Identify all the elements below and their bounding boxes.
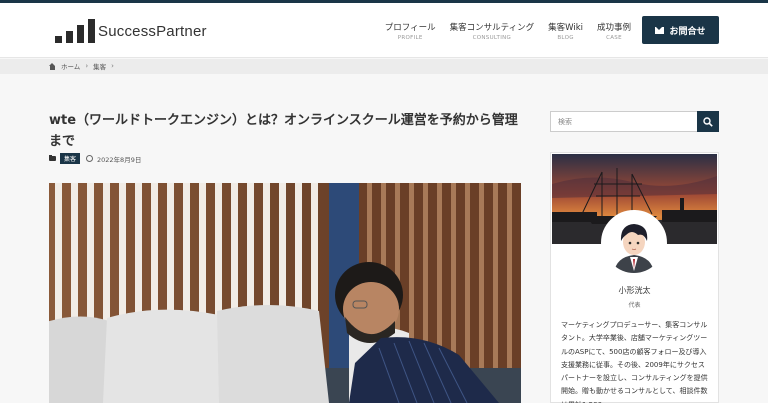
- nav-label: プロフィール: [384, 23, 436, 33]
- mail-icon: [655, 26, 665, 34]
- site-header: SuccessPartner プロフィール PROFILE 集客コンサルティング…: [0, 3, 768, 58]
- breadcrumb-category[interactable]: 集客: [93, 61, 106, 71]
- nav-item-case[interactable]: 成功事例 CASE: [597, 21, 631, 41]
- nav-label: 成功事例: [596, 23, 631, 33]
- home-icon: [49, 62, 56, 70]
- global-nav: プロフィール PROFILE 集客コンサルティング CONSULTING 集客W…: [385, 21, 631, 41]
- category-badge[interactable]: 集客: [60, 153, 81, 164]
- article-hero-image: [49, 183, 521, 403]
- avatar: [601, 210, 667, 276]
- search-icon: [703, 116, 713, 127]
- search-input[interactable]: 検索: [550, 111, 698, 132]
- logo-icon[interactable]: [55, 19, 95, 43]
- article-title: wte（ワールドトークエンジン）とは？オンラインスクール運営を予約から管理まで: [49, 113, 518, 149]
- nav-item-profile[interactable]: プロフィール PROFILE: [385, 21, 436, 41]
- breadcrumb-bar: ホーム › 集客 ›: [0, 59, 768, 74]
- chevron-right-icon: ›: [111, 62, 114, 70]
- contact-button[interactable]: お問合せ: [642, 16, 719, 44]
- nav-sublabel: PROFILE: [397, 35, 423, 41]
- folder-icon: [49, 154, 56, 161]
- nav-label: 集客コンサルティング: [449, 23, 535, 33]
- publish-date: 2022年8月9日: [97, 155, 142, 164]
- profile-name: 小形洸太: [618, 286, 651, 295]
- nav-item-blog[interactable]: 集客Wiki BLOG: [548, 21, 583, 41]
- site-logo-text[interactable]: SuccessPartner: [98, 23, 207, 40]
- nav-sublabel: CONSULTING: [472, 35, 512, 41]
- breadcrumb: ホーム › 集客 ›: [49, 61, 114, 71]
- nav-item-consulting[interactable]: 集客コンサルティング CONSULTING: [450, 21, 535, 41]
- nav-sublabel: BLOG: [557, 35, 574, 41]
- clock-icon: [86, 155, 94, 162]
- chevron-right-icon: ›: [85, 62, 89, 70]
- profile-description: マーケティングプロデューサー、集客コンサルタント。大学卒業後、店舗マーケティング…: [561, 321, 708, 403]
- breadcrumb-home[interactable]: ホーム: [61, 61, 80, 71]
- profile-card: 小形洸太 代表 マーケティングプロデューサー、集客コンサルタント。大学卒業後、店…: [550, 152, 719, 403]
- search-button[interactable]: [697, 111, 719, 132]
- profile-role: 代表: [628, 302, 641, 309]
- contact-button-label: お問合せ: [669, 26, 706, 37]
- nav-label: 集客Wiki: [548, 23, 583, 33]
- nav-sublabel: CASE: [606, 35, 622, 41]
- article-meta: 集客 2022年8月9日: [49, 153, 141, 164]
